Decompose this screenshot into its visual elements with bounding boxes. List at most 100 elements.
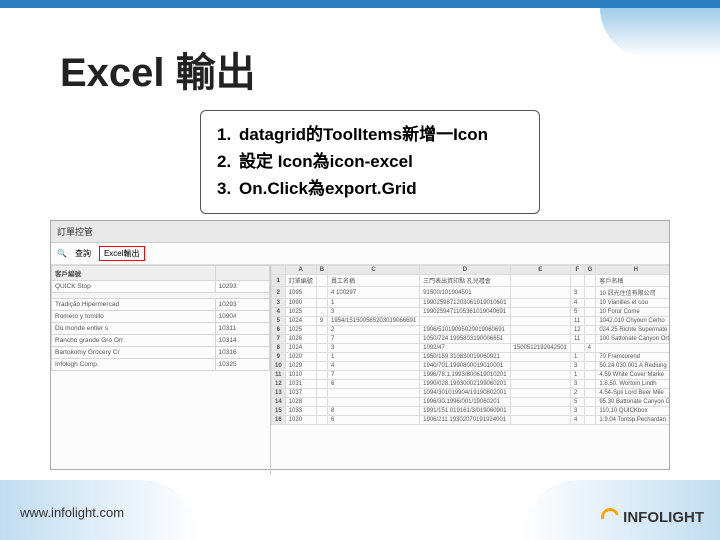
sheet-cell[interactable] [328, 389, 420, 398]
sheet-col-header[interactable]: E [510, 266, 570, 275]
sheet-cell[interactable] [316, 326, 327, 335]
sheet-col-header[interactable]: H [596, 266, 669, 275]
sheet-cell[interactable]: 1029 [285, 362, 316, 371]
sheet-cell[interactable] [316, 344, 327, 353]
sheet-cell[interactable]: 1092/47 [420, 344, 510, 353]
sheet-cell[interactable]: 1940/701.1990800019010001 [420, 362, 510, 371]
sheet-cell[interactable]: 1090 [285, 299, 316, 308]
sheet-cell[interactable] [584, 299, 596, 308]
sheet-cell[interactable] [510, 389, 570, 398]
sheet-cell[interactable]: 1906/51019095020019060691 [420, 326, 510, 335]
sheet-cell[interactable]: 5 [570, 398, 584, 407]
sheet-cell[interactable]: 1990259471105361019040691 [420, 308, 510, 317]
sheet-cell[interactable]: 7 [328, 371, 420, 380]
sheet-cell[interactable]: 10 Forur Come [596, 308, 669, 317]
sheet-cell[interactable]: 4 [570, 416, 584, 425]
excel-sheet[interactable]: ABCDEFGHIJK1訂單編號員工名稱三門表出資印點 孔兒禮會客戶名稱昆址鎮城… [271, 265, 669, 475]
sheet-cell[interactable]: 4.59 White Cover Marke [596, 371, 669, 380]
sheet-cell[interactable]: 3 [570, 380, 584, 389]
sheet-cell[interactable]: 1020 [285, 353, 316, 362]
sheet-cell[interactable]: 95.30 Battonate Canyon Gr [596, 398, 669, 407]
sheet-cell[interactable]: 1094/301019904/19190802001 [420, 389, 510, 398]
sheet-cell[interactable] [584, 287, 596, 299]
sheet-cell[interactable]: 1 [570, 371, 584, 380]
sheet-cell[interactable]: 9 [316, 317, 327, 326]
sheet-cell[interactable]: 三門表出資印點 孔兒禮會 [420, 275, 510, 287]
sheet-cell[interactable] [596, 344, 669, 353]
sheet-col-header[interactable]: B [316, 266, 327, 275]
sheet-cell[interactable]: 110.10 QUICKbox [596, 407, 669, 416]
sheet-cell[interactable]: 5 [570, 308, 584, 317]
sheet-cell[interactable]: 11 [570, 335, 584, 344]
sheet-cell[interactable] [316, 398, 327, 407]
sheet-cell[interactable]: 8 [328, 407, 420, 416]
sheet-cell[interactable]: 70 Framcorend [596, 353, 669, 362]
sheet-cell[interactable]: 1095 [285, 287, 316, 299]
sheet-cell[interactable] [584, 326, 596, 335]
sheet-cell[interactable]: 100 Sattonate Canyon Ort [596, 335, 669, 344]
sheet-row-header[interactable]: 2 [272, 287, 286, 299]
sheet-cell[interactable]: 10 Vianilles et cou [596, 299, 669, 308]
sheet-row-header[interactable]: 4 [272, 308, 286, 317]
sheet-cell[interactable] [316, 371, 327, 380]
sheet-cell[interactable]: 4 100297 [328, 287, 420, 299]
sheet-cell[interactable]: 1996/30.1996/001/19060201 [420, 398, 510, 407]
sheet-row-header[interactable]: 10 [272, 362, 286, 371]
sheet-cell[interactable]: 1954/151500565203019066691 [328, 317, 420, 326]
sheet-row-header[interactable]: 13 [272, 389, 286, 398]
sheet-row-header[interactable]: 8 [272, 344, 286, 353]
sheet-cell[interactable] [584, 308, 596, 317]
sheet-row-header[interactable]: 12 [272, 380, 286, 389]
sheet-cell[interactable]: 3 [328, 344, 420, 353]
sheet-cell[interactable]: 1033 [285, 407, 316, 416]
sheet-cell[interactable]: 4 [328, 362, 420, 371]
sheet-row-header[interactable]: 14 [272, 398, 286, 407]
sheet-cell[interactable]: 3 [570, 362, 584, 371]
sheet-cell[interactable]: 1 [570, 353, 584, 362]
col-header[interactable] [215, 266, 269, 281]
sheet-cell[interactable]: 1024 [285, 344, 316, 353]
sheet-cell[interactable] [316, 308, 327, 317]
sheet-cell[interactable]: 1:8.50. Wortom Lindh [596, 380, 669, 389]
sheet-cell[interactable]: 1010 [285, 371, 316, 380]
sheet-cell[interactable]: 客戶名稱 [596, 275, 669, 287]
sheet-col-header[interactable]: D [420, 266, 510, 275]
sheet-cell[interactable] [510, 362, 570, 371]
sheet-cell[interactable] [510, 308, 570, 317]
sheet-cell[interactable]: 4 [570, 299, 584, 308]
excel-export-button[interactable]: Excel輸出 [99, 246, 145, 261]
sheet-row-header[interactable]: 11 [272, 371, 286, 380]
sheet-cell[interactable]: 3 [570, 407, 584, 416]
sheet-cell[interactable] [510, 407, 570, 416]
sheet-cell[interactable]: 91500/101904501 [420, 287, 510, 299]
sheet-cell[interactable]: 1 [328, 299, 420, 308]
sheet-row-header[interactable]: 9 [272, 353, 286, 362]
sheet-cell[interactable] [584, 335, 596, 344]
sheet-cell[interactable] [584, 398, 596, 407]
sheet-col-header[interactable]: F [570, 266, 584, 275]
sheet-row-header[interactable]: 15 [272, 407, 286, 416]
search-label[interactable]: 查詢 [75, 248, 91, 259]
sheet-cell[interactable]: 12 [570, 326, 584, 335]
sheet-cell[interactable]: 1028 [285, 398, 316, 407]
sheet-cell[interactable]: 2 [570, 389, 584, 398]
sheet-cell[interactable]: 50.24 030.001 A Rediung [596, 362, 669, 371]
sheet-cell[interactable] [570, 344, 584, 353]
sheet-cell[interactable] [316, 389, 327, 398]
sheet-cell[interactable]: 2 [328, 326, 420, 335]
sheet-col-header[interactable]: G [584, 266, 596, 275]
sheet-cell[interactable]: 6 [328, 416, 420, 425]
sheet-cell[interactable] [420, 317, 510, 326]
sheet-cell[interactable]: 1996/78.1.1993/800619010201 [420, 371, 510, 380]
sheet-cell[interactable] [510, 335, 570, 344]
sheet-cell[interactable] [584, 389, 596, 398]
sheet-cell[interactable]: 1025 [285, 326, 316, 335]
sheet-cell[interactable]: 1950/159.310830019060921 [420, 353, 510, 362]
sheet-cell[interactable] [510, 353, 570, 362]
sheet-row-header[interactable]: 3 [272, 299, 286, 308]
sheet-cell[interactable] [316, 416, 327, 425]
sheet-cell[interactable] [328, 398, 420, 407]
sheet-cell[interactable] [316, 407, 327, 416]
sheet-cell[interactable] [510, 416, 570, 425]
sheet-cell[interactable]: 4.54-Spli Lord Beer Mile [596, 389, 669, 398]
